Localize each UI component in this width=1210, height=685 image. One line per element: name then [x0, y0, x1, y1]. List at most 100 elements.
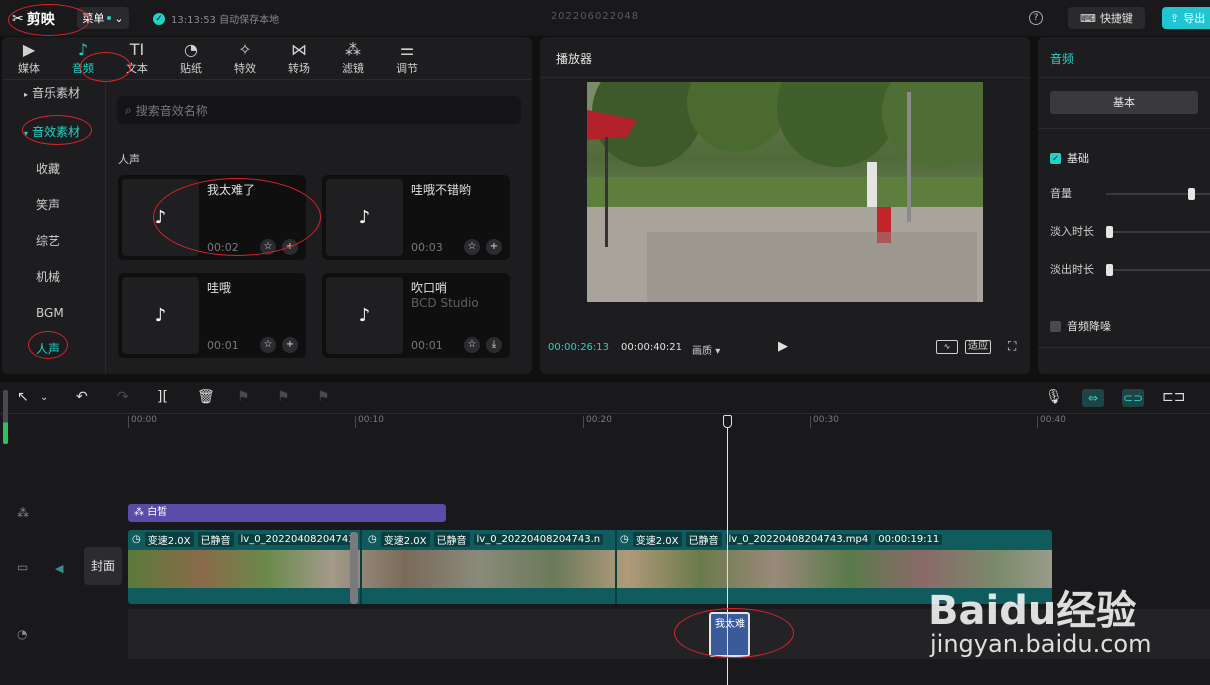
waveform-icon[interactable]: ∿: [936, 340, 958, 354]
ruler-label: 00:40: [1040, 415, 1066, 425]
favorite-star-icon[interactable]: ☆: [464, 239, 480, 255]
check-icon: ✓: [153, 12, 165, 25]
ruler-label: 00:30: [813, 415, 839, 425]
split-icon[interactable]: ][: [157, 389, 168, 405]
tab-filter[interactable]: ⁂ 滤镜: [326, 37, 380, 79]
sound-card[interactable]: ♪ 哇哦不错哟 00:03 ☆ +: [322, 175, 510, 260]
tab-media[interactable]: ▶ 媒体: [2, 37, 56, 79]
playhead-handle[interactable]: [723, 415, 732, 428]
redo-icon[interactable]: ↷: [117, 389, 129, 405]
baidu-watermark: Baidu经验: [928, 588, 1137, 634]
autosave-status: ✓ 13:13:53 自动保存本地: [153, 11, 279, 26]
effect-clip[interactable]: ⁂ 白皙: [128, 504, 446, 522]
tab-effects[interactable]: ✧ 特效: [218, 37, 272, 79]
player-title: 播放器: [556, 52, 593, 66]
sidebar-group-music[interactable]: ▸ 音乐素材: [2, 82, 106, 104]
favorite-star-icon[interactable]: ☆: [260, 337, 276, 353]
fullscreen-icon[interactable]: ⛶: [1008, 339, 1016, 354]
ruler-tick: [810, 416, 811, 428]
current-time: 00:00:26:13: [548, 342, 610, 353]
speed-tag: 变速2.0X: [144, 531, 194, 547]
panel-title: 音频: [1050, 52, 1075, 66]
link-icon[interactable]: ⊂⊃: [1122, 389, 1144, 407]
auto-snap-icon[interactable]: ⇔: [1082, 389, 1104, 407]
divider: [1038, 347, 1210, 348]
shortcut-button[interactable]: ⌨ 快捷键: [1068, 7, 1145, 29]
zoom-level-bar[interactable]: [3, 390, 8, 444]
sound-name: 哇哦: [207, 281, 232, 295]
tab-adjust[interactable]: ⚌ 调节: [380, 37, 434, 79]
freeze-icon[interactable]: ⚑: [317, 389, 330, 405]
favorite-star-icon[interactable]: ☆: [464, 337, 480, 353]
quality-dropdown[interactable]: 画质 ▾: [692, 342, 720, 357]
caret-down-icon: ▾: [715, 346, 721, 357]
tab-sticker[interactable]: ◔ 贴纸: [164, 37, 218, 79]
sfx-search-input[interactable]: ⌕ 搜索音效名称: [117, 96, 521, 124]
sidebar-item-laugh[interactable]: 笑声: [2, 195, 106, 215]
fit-ratio-button[interactable]: 适应: [965, 340, 991, 354]
tab-label: 转场: [288, 62, 310, 75]
sound-card[interactable]: ♪ 吹口哨 BCD Studio 00:01 ☆ ⤓: [322, 273, 510, 358]
speed-icon: ◷: [620, 533, 629, 545]
clip-trim-handle[interactable]: [350, 532, 358, 604]
filter-icon: ⁂: [345, 40, 361, 59]
slider-knob[interactable]: [1187, 188, 1195, 200]
help-icon[interactable]: ?: [1029, 11, 1043, 25]
marker-icon[interactable]: ⚑: [277, 389, 290, 405]
tab-basic[interactable]: 基本: [1050, 91, 1198, 114]
denoise-toggle[interactable]: 音频降噪: [1050, 318, 1111, 334]
video-preview[interactable]: [587, 82, 983, 302]
download-icon[interactable]: ⤓: [486, 337, 502, 353]
clip-divider: [360, 530, 362, 604]
annotation-circle: [674, 608, 794, 658]
flag-icon[interactable]: ⚑: [237, 389, 250, 405]
total-time: 00:00:40:21: [621, 342, 683, 353]
sidebar-item-mechanical[interactable]: 机械: [2, 267, 106, 287]
ruler-label: 00:20: [586, 415, 612, 425]
fade-out-slider[interactable]: [1106, 264, 1210, 276]
denoise-label: 音频降噪: [1067, 320, 1111, 333]
undo-icon[interactable]: ↶: [76, 389, 88, 405]
cover-button[interactable]: 封面: [84, 547, 122, 585]
preview-axis-icon[interactable]: ⊏⊐: [1162, 389, 1185, 405]
notification-dot: [107, 16, 112, 20]
slider-knob[interactable]: [1106, 264, 1113, 276]
track-mute-icon[interactable]: ◀: [55, 562, 63, 575]
sticker-icon: ◔: [184, 40, 198, 59]
fade-in-slider[interactable]: [1106, 226, 1210, 238]
ruler-tick: [1037, 416, 1038, 428]
tab-label: 贴纸: [180, 62, 202, 75]
sidebar-item-variety[interactable]: 综艺: [2, 231, 106, 251]
sound-card[interactable]: ♪ 哇哦 00:01 ☆ +: [118, 273, 306, 358]
video-clip-header: ◷ 变速2.0X 已静音 lv_0_20220408204743.n: [368, 531, 604, 547]
tab-transition[interactable]: ⋈ 转场: [272, 37, 326, 79]
speed-icon: ◷: [368, 533, 377, 545]
file-name: lv_0_20220408204743: [237, 533, 358, 545]
fade-in-label: 淡入时长: [1050, 225, 1094, 238]
add-icon[interactable]: +: [486, 239, 502, 255]
slider-knob[interactable]: [1106, 226, 1113, 238]
effect-clip-label: 白皙: [147, 507, 168, 518]
video-frame-image: [587, 82, 983, 302]
microphone-icon[interactable]: 🎙: [1045, 389, 1063, 405]
delete-icon[interactable]: 🗑: [197, 389, 215, 405]
project-title: 202206022048: [550, 11, 640, 22]
add-icon[interactable]: +: [282, 337, 298, 353]
video-track[interactable]: ◷ 变速2.0X 已静音 lv_0_20220408204743 ◷ 变速2.0X 已静音…: [128, 530, 1052, 604]
annotation-circle: [80, 52, 131, 82]
effect-track-icon: ⁂: [17, 506, 29, 520]
effect-icon: ⁂: [134, 507, 148, 518]
play-icon[interactable]: ▶: [778, 339, 788, 354]
file-name: lv_0_20220408204743.n: [473, 533, 604, 545]
export-button[interactable]: ⇪ 导出: [1162, 7, 1210, 29]
top-bar: ✂ 剪映 菜单 ⌄ ✓ 13:13:53 自动保存本地 202206022048 ? …: [0, 0, 1210, 36]
volume-slider[interactable]: [1106, 188, 1210, 200]
select-cursor-icon[interactable]: ↖: [17, 389, 29, 405]
ruler-label: 00:10: [358, 415, 384, 425]
chevron-down-icon[interactable]: ⌄: [40, 392, 48, 403]
autosave-text: 13:13:53 自动保存本地: [171, 15, 280, 26]
sidebar-item-bgm[interactable]: BGM: [2, 303, 106, 323]
ruler-tick: [583, 416, 584, 428]
sidebar-item-favorites[interactable]: 收藏: [2, 159, 106, 179]
basic-toggle[interactable]: ✓ 基础: [1050, 150, 1089, 166]
